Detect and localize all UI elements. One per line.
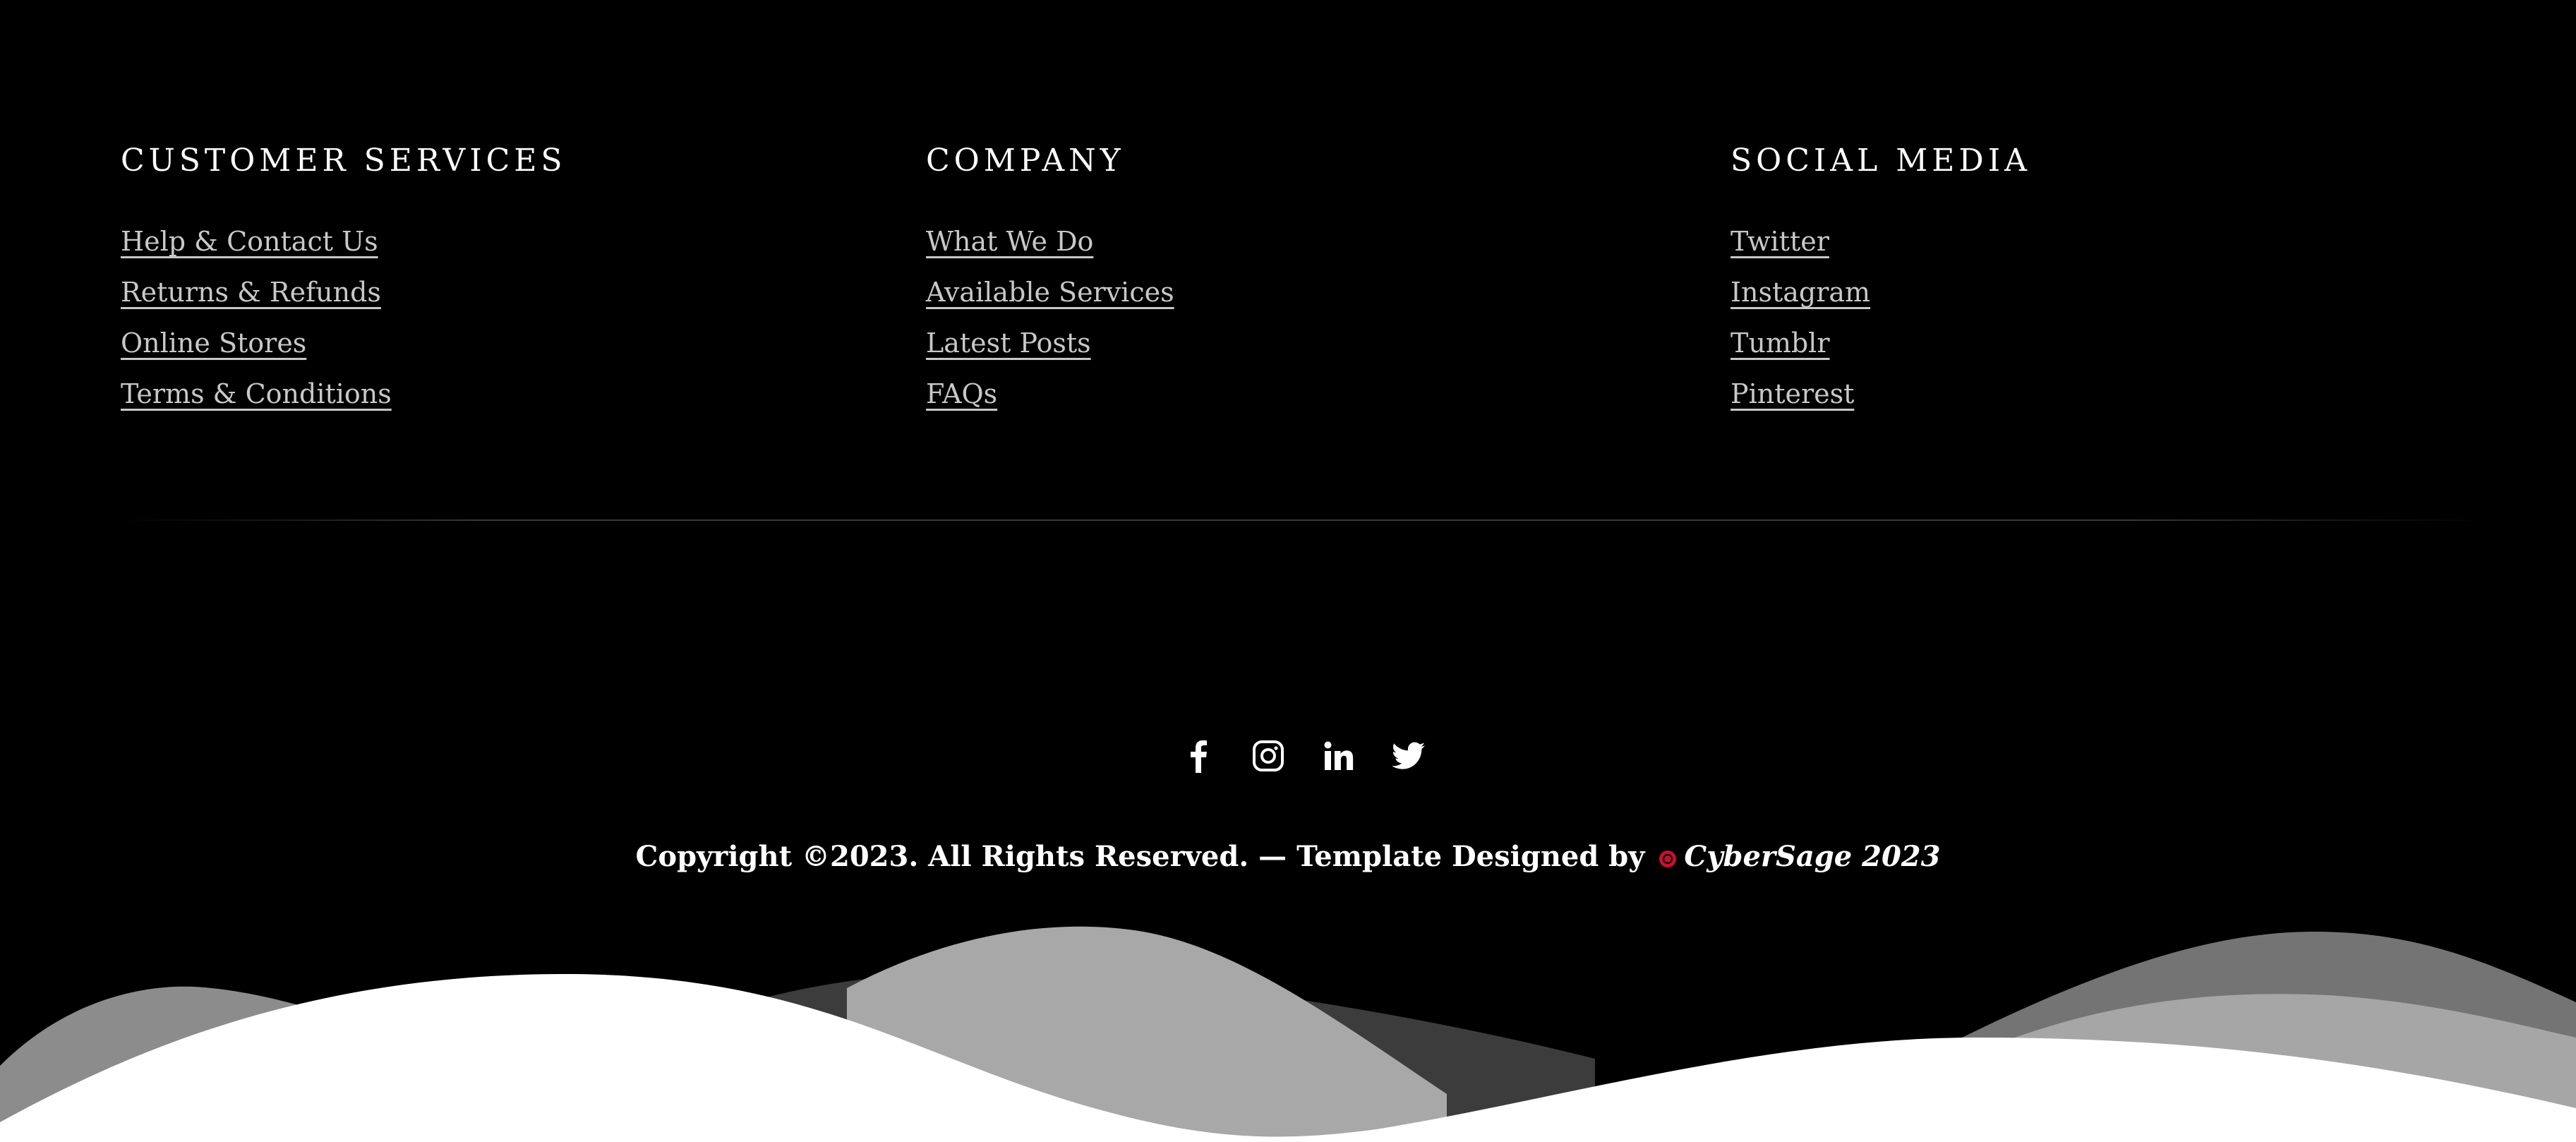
instagram-icon[interactable] — [1247, 735, 1289, 777]
list-item: Pinterest — [1731, 368, 2436, 419]
list-item: FAQs — [926, 368, 1632, 419]
social-icons-row — [1177, 735, 1425, 777]
designer-link[interactable]: CyberSage 2023 — [1684, 840, 1940, 873]
facebook-icon[interactable] — [1177, 735, 1220, 777]
link-help-contact[interactable]: Help & Contact Us — [121, 226, 378, 257]
footer-column-social-media: SOCIAL MEDIA Twitter Instagram Tumblr Pi… — [1731, 138, 2436, 419]
link-tumblr[interactable]: Tumblr — [1731, 327, 1830, 359]
copyright-text: Copyright ©2023. All Rights Reserved. — … — [635, 840, 1645, 873]
footer-column-company: COMPANY What We Do Available Services La… — [926, 138, 1632, 419]
column-title: CUSTOMER SERVICES — [121, 143, 567, 179]
footer-divider — [121, 519, 2485, 521]
twitter-glyph — [1392, 742, 1425, 769]
link-instagram[interactable]: Instagram — [1731, 277, 1870, 308]
footer-columns: CUSTOMER SERVICES Help & Contact Us Retu… — [121, 138, 2485, 435]
link-faqs[interactable]: FAQs — [926, 378, 997, 409]
brand-logo-icon — [1659, 851, 1677, 867]
link-pinterest[interactable]: Pinterest — [1731, 378, 1854, 409]
linkedin-glyph — [1324, 741, 1354, 770]
facebook-glyph — [1191, 740, 1207, 773]
list-item: What We Do — [926, 216, 1632, 267]
linkedin-icon[interactable] — [1318, 735, 1360, 777]
link-list: Help & Contact Us Returns & Refunds Onli… — [121, 216, 826, 419]
column-title: SOCIAL MEDIA — [1731, 143, 2031, 179]
list-item: Available Services — [926, 267, 1632, 318]
column-title: COMPANY — [926, 143, 1125, 179]
list-item: Terms & Conditions — [121, 368, 826, 419]
footer-column-customer-services: CUSTOMER SERVICES Help & Contact Us Retu… — [121, 138, 826, 419]
instagram-glyph — [1253, 740, 1284, 771]
link-returns-refunds[interactable]: Returns & Refunds — [121, 277, 381, 308]
twitter-icon[interactable] — [1388, 735, 1430, 777]
copyright-line: Copyright ©2023. All Rights Reserved. — … — [0, 836, 2576, 878]
list-item: Instagram — [1731, 267, 2436, 318]
link-latest-posts[interactable]: Latest Posts — [926, 327, 1091, 359]
site-footer: CUSTOMER SERVICES Help & Contact Us Retu… — [0, 0, 2576, 1142]
list-item: Tumblr — [1731, 318, 2436, 368]
link-list: Twitter Instagram Tumblr Pinterest — [1731, 216, 2436, 419]
list-item: Returns & Refunds — [121, 267, 826, 318]
link-online-stores[interactable]: Online Stores — [121, 327, 306, 359]
decorative-waves — [0, 926, 2576, 1142]
link-terms-conditions[interactable]: Terms & Conditions — [121, 378, 392, 409]
list-item: Online Stores — [121, 318, 826, 368]
link-what-we-do[interactable]: What We Do — [926, 226, 1093, 257]
link-list: What We Do Available Services Latest Pos… — [926, 216, 1632, 419]
list-item: Latest Posts — [926, 318, 1632, 368]
list-item: Help & Contact Us — [121, 216, 826, 267]
list-item: Twitter — [1731, 216, 2436, 267]
link-twitter[interactable]: Twitter — [1731, 226, 1829, 257]
link-available-services[interactable]: Available Services — [926, 277, 1174, 308]
